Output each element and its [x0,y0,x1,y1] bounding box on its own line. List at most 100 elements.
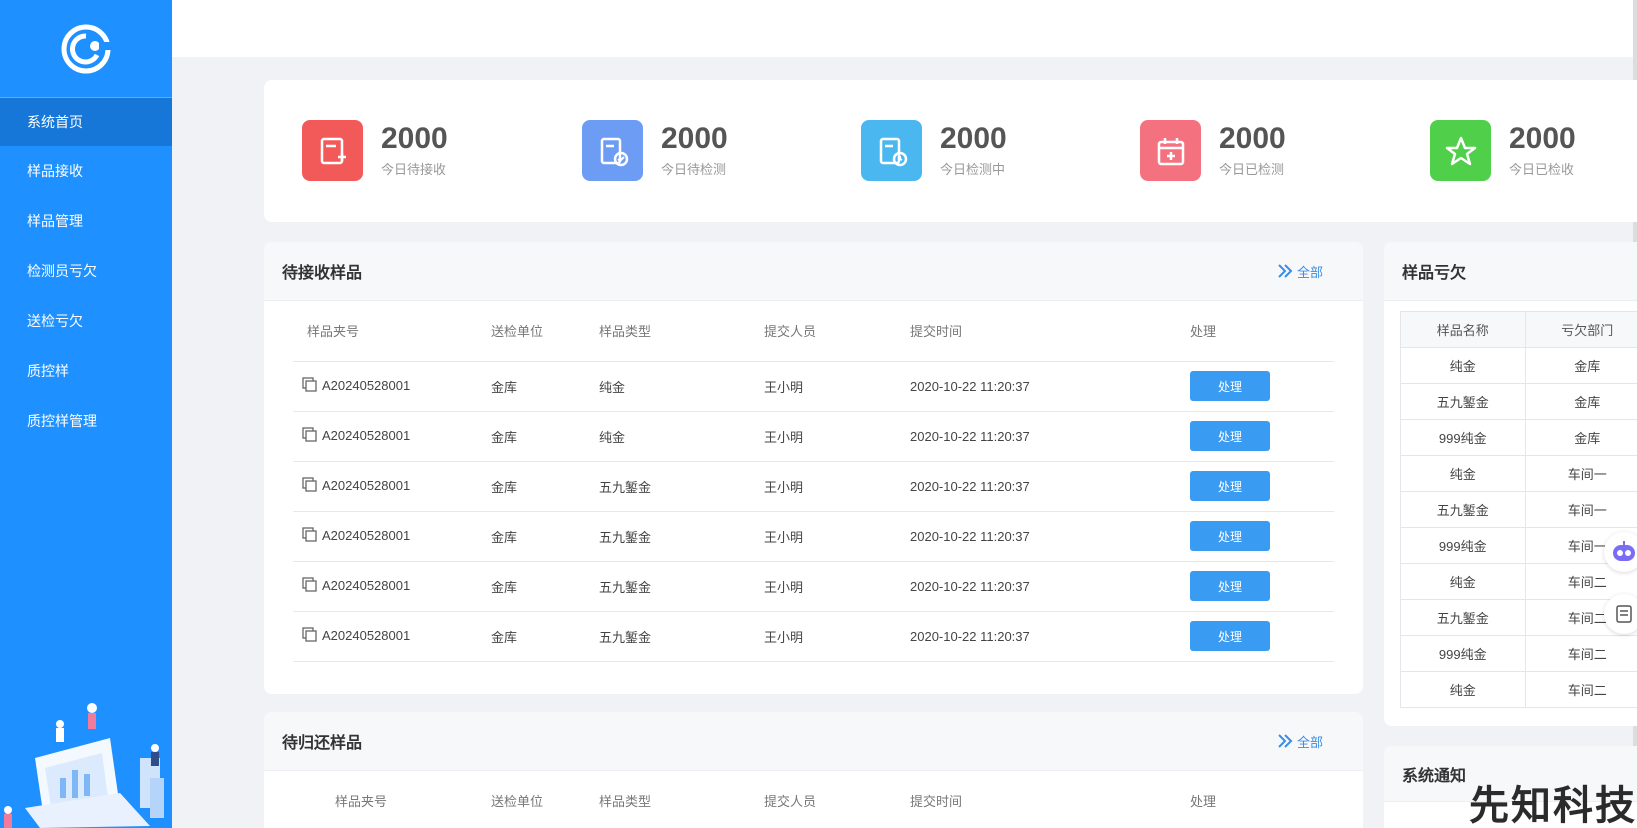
pending-receive-all-link[interactable]: 全部 [1277,262,1323,281]
sidebar-item-label: 系统首页 [27,114,83,130]
column-header: 提交时间 [910,771,1190,828]
cell-type: 五九錾金 [599,479,652,495]
copy-icon[interactable] [302,576,318,596]
department: 车间一 [1524,455,1637,492]
process-button[interactable]: 处理 [1190,621,1270,651]
department: 金库 [1524,347,1637,384]
table-row: A20240528001 金库 五九錾金 王小明 2020-10-22 11:20:37… [293,611,1334,662]
cell-type: 纯金 [599,379,626,395]
cell-type: 纯金 [599,429,626,445]
calendar-plus-icon [1140,120,1201,181]
stat-label: 今日检测中 [940,162,1006,177]
sample-id: A20240528001 [322,377,411,393]
process-button[interactable]: 处理 [1190,571,1270,601]
copy-icon[interactable] [302,476,318,496]
process-button[interactable]: 处理 [1190,421,1270,451]
sidebar-illustration [0,698,172,828]
sidebar-item-label: 样品管理 [27,213,83,229]
column-header: 送检单位 [491,771,599,828]
stat-card-3: 2000 今日已检测 [1140,120,1286,181]
cell-unit: 金库 [491,629,518,645]
file-check-icon [582,120,643,181]
table-row: 五九錾金 车间二 [1400,599,1637,636]
double-chevron-right-icon [1278,734,1293,748]
sidebar-item-2[interactable]: 样品管理 [0,196,172,246]
assistant-robot-button[interactable] [1604,532,1637,572]
stat-value: 2000 [661,122,728,155]
cell-unit: 金库 [491,429,518,445]
department: 车间一 [1524,491,1637,528]
sidebar-item-label: 检测员亏欠 [27,263,97,279]
table-row: 纯金 金库 [1400,347,1637,384]
stat-card-0: 2000 今日待接收 [302,120,448,181]
sample-id: A20240528001 [322,577,411,593]
cell-time: 2020-10-22 11:20:37 [910,478,1030,494]
column-header: 样品类型 [599,771,764,828]
cell-person: 王小明 [764,629,804,645]
column-header: 样品名称 [1400,311,1526,348]
column-header: 亏欠部门 [1524,311,1637,348]
cell-person: 王小明 [764,479,804,495]
cell-unit: 金库 [491,529,518,545]
column-header: 处理 [1190,771,1334,828]
table-row: 五九錾金 金库 [1400,383,1637,420]
pending-receive-title: 待接收样品 [282,265,363,282]
cell-person: 王小明 [764,429,804,445]
table-row: 纯金 车间二 [1400,671,1637,708]
sample-name: 纯金 [1400,563,1526,600]
sidebar-item-5[interactable]: 质控样 [0,346,172,396]
pending-return-all-link[interactable]: 全部 [1277,732,1323,751]
table-row: 五九錾金 车间一 [1400,491,1637,528]
cell-type: 五九錾金 [599,579,652,595]
department: 金库 [1524,383,1637,420]
feedback-button[interactable] [1604,594,1637,634]
cell-unit: 金库 [491,379,518,395]
process-button[interactable]: 处理 [1190,371,1270,401]
cell-unit: 金库 [491,479,518,495]
stats-panel: 2000 今日待接收 2000 今日待检测 2000 今日检测中 2000 今日已检测 2000… [264,80,1637,222]
document-icon [1616,605,1632,623]
table-row: A20240528001 金库 五九錾金 王小明 2020-10-22 11:20:37… [293,561,1334,612]
sample-name: 纯金 [1400,455,1526,492]
stat-card-4: 2000 今日已检收 [1430,120,1576,181]
sample-name: 五九錾金 [1400,491,1526,528]
cell-time: 2020-10-22 11:20:37 [910,528,1030,544]
column-header: 提交人员 [764,301,910,362]
watermark-text: 先知科技 [1469,784,1637,828]
cell-type: 五九錾金 [599,529,652,545]
copy-icon[interactable] [302,426,318,446]
sidebar-item-3[interactable]: 检测员亏欠 [0,246,172,296]
sidebar-item-6[interactable]: 质控样管理 [0,396,172,446]
sidebar-item-4[interactable]: 送检亏欠 [0,296,172,346]
cell-person: 王小明 [764,379,804,395]
sidebar-item-label: 样品接收 [27,163,83,179]
table-row: 999纯金 车间二 [1400,635,1637,672]
top-header [172,0,1637,57]
pending-return-panel: 待归还样品 全部 样品夹号 送检单位 样品类型 提交人员 提交时间 处理 [264,712,1363,828]
column-header: 提交时间 [910,301,1190,362]
sample-id: A20240528001 [322,427,411,443]
file-add-icon [302,120,363,181]
process-button[interactable]: 处理 [1190,471,1270,501]
shortage-title: 样品亏欠 [1402,265,1467,282]
column-header: 处理 [1190,301,1334,362]
department: 车间二 [1524,635,1637,672]
column-header: 提交人员 [764,771,910,828]
copy-icon[interactable] [302,526,318,546]
cell-unit: 金库 [491,579,518,595]
copy-icon[interactable] [302,626,318,646]
sample-name: 999纯金 [1400,419,1526,456]
sidebar-item-1[interactable]: 样品接收 [0,146,172,196]
sample-name: 五九錾金 [1400,383,1526,420]
cell-person: 王小明 [764,529,804,545]
department: 车间二 [1524,671,1637,708]
star-icon [1430,120,1491,181]
sidebar-item-0[interactable]: 系统首页 [0,98,172,146]
sample-name: 999纯金 [1400,527,1526,564]
shortage-panel: 样品亏欠 样品名称 亏欠部门 纯金 金库 五九錾金 金库 999纯金 金库 纯金 车间一 五九錾金… [1384,242,1637,726]
copy-icon[interactable] [302,376,318,396]
sample-id: A20240528001 [322,627,411,643]
process-button[interactable]: 处理 [1190,521,1270,551]
robot-icon [1613,541,1635,561]
pending-return-all-label: 全部 [1296,734,1323,750]
